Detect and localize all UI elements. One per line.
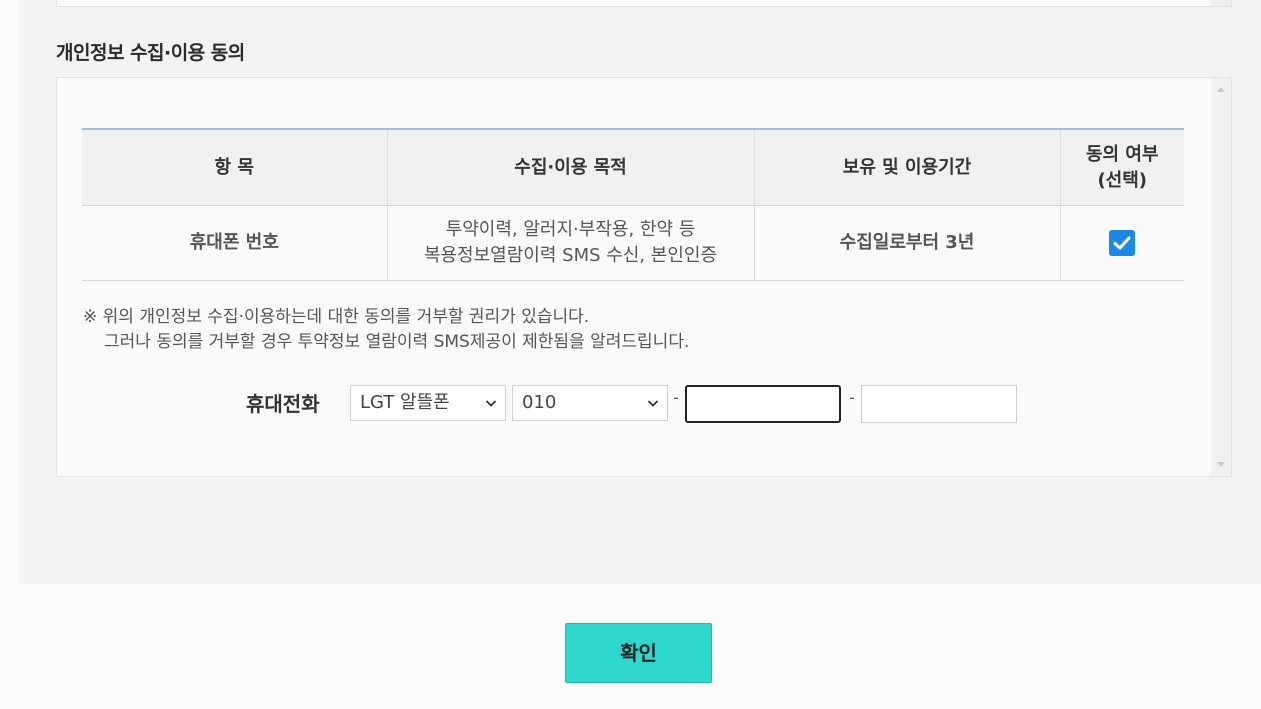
notice-line2: 그러나 동의를 거부할 경우 투약정보 열람이력 SMS제공이 제한됨을 알려드… bbox=[104, 332, 690, 352]
table-header-row: 항 목 수집·이용 목적 보유 및 이용기간 동의 여부 (선택) bbox=[82, 129, 1184, 206]
carrier-select[interactable]: LGT 알뜰폰 bbox=[350, 385, 506, 421]
confirm-button[interactable]: 확인 bbox=[565, 623, 712, 683]
scrollbar[interactable] bbox=[1211, 0, 1231, 6]
header-purpose: 수집·이용 목적 bbox=[386, 129, 754, 206]
chevron-down-icon bbox=[485, 400, 497, 407]
phone-separator: - bbox=[849, 388, 855, 407]
header-period: 보유 및 이용기간 bbox=[753, 129, 1060, 206]
header-item: 항 목 bbox=[82, 129, 387, 206]
prefix-select-value: 010 bbox=[522, 392, 557, 413]
consent-scroll-box[interactable]: 항 목 수집·이용 목적 보유 및 이용기간 동의 여부 (선택) 휴대폰 번호… bbox=[56, 77, 1232, 477]
prefix-select[interactable]: 010 bbox=[512, 385, 668, 421]
table-row: 휴대폰 번호 투약이력, 알러지·부작용, 한약 등 복용정보열람이력 SMS … bbox=[82, 205, 1184, 281]
checkmark-icon bbox=[1113, 236, 1131, 250]
phone-separator: - bbox=[673, 388, 679, 407]
scrollbar[interactable] bbox=[1211, 78, 1231, 476]
row-consent bbox=[1059, 205, 1184, 281]
carrier-select-value: LGT 알뜰폰 bbox=[360, 392, 450, 413]
privacy-notice: ※ 위의 개인정보 수집·이용하는데 대한 동의를 거부할 권리가 있습니다. … bbox=[83, 305, 689, 355]
row-purpose-line2: 복용정보열람이력 SMS 수신, 본인인증 bbox=[423, 245, 718, 266]
previous-scroll-box bbox=[56, 0, 1232, 7]
header-consent-line2: (선택) bbox=[1097, 169, 1148, 191]
row-purpose-line1: 투약이력, 알러지·부작용, 한약 등 bbox=[445, 219, 696, 240]
phone-middle-input[interactable] bbox=[685, 385, 841, 423]
header-consent-line1: 동의 여부 bbox=[1085, 143, 1159, 165]
phone-last-input[interactable] bbox=[861, 385, 1017, 423]
row-period: 수집일로부터 3년 bbox=[753, 205, 1060, 281]
chevron-down-icon bbox=[647, 400, 659, 407]
scroll-down-arrow-icon[interactable] bbox=[1217, 462, 1225, 467]
section-title: 개인정보 수집·이용 동의 bbox=[56, 42, 245, 64]
consent-checkbox[interactable] bbox=[1109, 230, 1136, 256]
phone-label: 휴대전화 bbox=[246, 392, 320, 416]
consent-table: 항 목 수집·이용 목적 보유 및 이용기간 동의 여부 (선택) 휴대폰 번호… bbox=[82, 128, 1184, 281]
scroll-up-arrow-icon[interactable] bbox=[1217, 87, 1225, 92]
notice-line1: ※ 위의 개인정보 수집·이용하는데 대한 동의를 거부할 권리가 있습니다. bbox=[83, 307, 590, 327]
row-item: 휴대폰 번호 bbox=[82, 205, 387, 281]
header-consent: 동의 여부 (선택) bbox=[1059, 129, 1184, 206]
row-purpose: 투약이력, 알러지·부작용, 한약 등 복용정보열람이력 SMS 수신, 본인인… bbox=[386, 205, 754, 281]
